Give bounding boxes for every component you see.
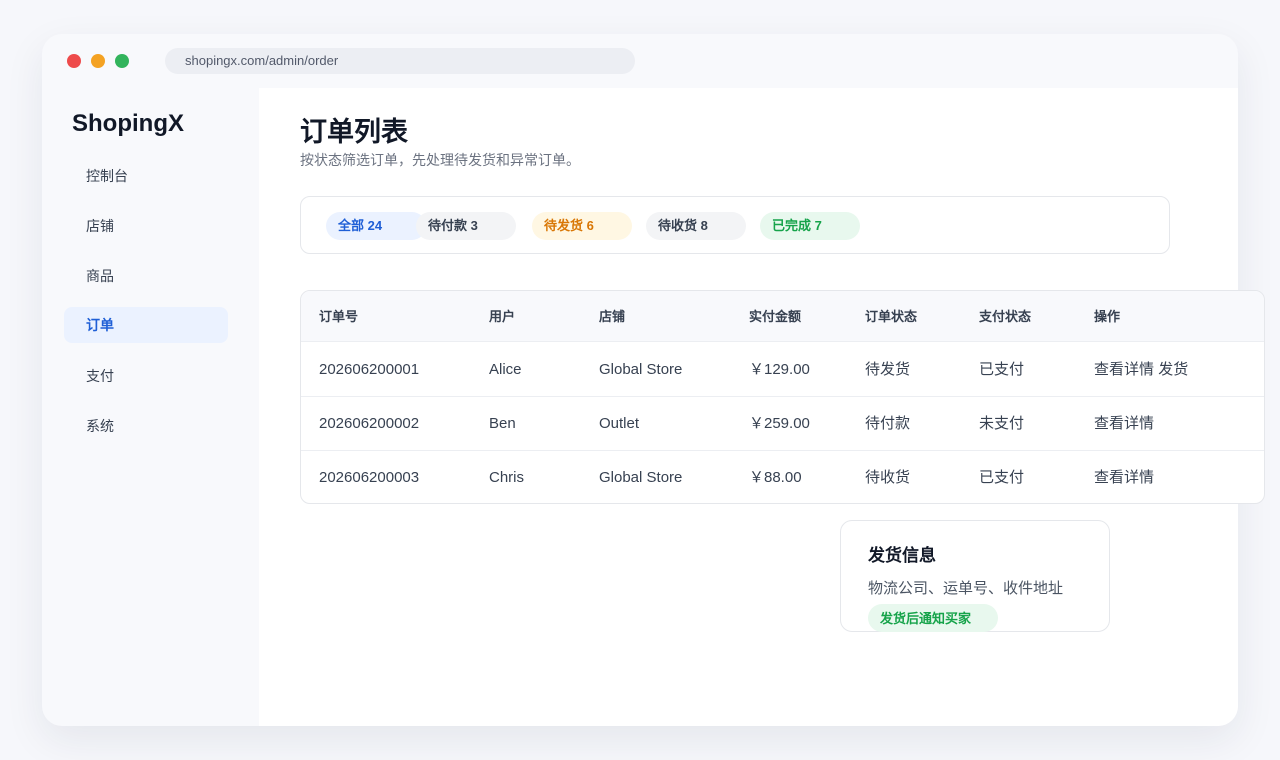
- header-store: 店铺: [599, 309, 626, 324]
- cell-order-no: 202606200002: [319, 415, 420, 432]
- cell-order-status: 待付款: [865, 415, 911, 432]
- cell-order-status: 待发货: [865, 361, 911, 378]
- sidebar-item-products[interactable]: 商品: [64, 258, 228, 294]
- cell-amount: ￥88.00: [749, 469, 802, 486]
- filter-unpaid-chip[interactable]: 待付款 3: [416, 212, 516, 240]
- page-subtitle: 按状态筛选订单，先处理待发货和异常订单。: [300, 152, 580, 168]
- close-window-icon[interactable]: [67, 54, 81, 68]
- sidebar-item-payments[interactable]: 支付: [64, 358, 228, 394]
- sidebar: ShopingX 控制台 店铺 商品 订单 支付 系统: [42, 88, 259, 726]
- cell-actions: 查看详情: [1094, 397, 1154, 451]
- minimize-window-icon[interactable]: [91, 54, 105, 68]
- table-row: 202606200002 Ben Outlet ￥259.00 待付款 未支付 …: [301, 397, 1264, 451]
- ship-order-link[interactable]: 发货: [1158, 361, 1188, 378]
- orders-table: 订单号 用户 店铺 实付金额 订单状态 支付状态 操作 202606200001…: [300, 290, 1265, 504]
- filter-to-receive-chip[interactable]: 待收货 8: [646, 212, 746, 240]
- status-filter-bar: 全部 24 待付款 3 待发货 6 待收货 8 已完成 7: [300, 196, 1170, 254]
- cell-store: Global Store: [599, 361, 683, 378]
- cell-user: Ben: [489, 415, 516, 432]
- sidebar-item-stores[interactable]: 店铺: [64, 208, 228, 244]
- cell-actions: 查看详情 发货: [1094, 343, 1188, 397]
- cell-store: Outlet: [599, 415, 640, 432]
- shipping-info-desc: 物流公司、运单号、收件地址: [868, 580, 1064, 597]
- cell-amount: ￥129.00: [749, 361, 810, 378]
- header-actions: 操作: [1094, 309, 1121, 324]
- table-row: 202606200001 Alice Global Store ￥129.00 …: [301, 343, 1264, 397]
- brand-logo[interactable]: ShopingX: [72, 110, 184, 138]
- cell-store: Global Store: [599, 469, 683, 486]
- address-bar[interactable]: shopingx.com/admin/order: [165, 48, 635, 74]
- notify-buyer-badge: 发货后通知买家: [868, 604, 998, 632]
- cell-order-no: 202606200001: [319, 361, 420, 378]
- cell-user: Chris: [489, 469, 525, 486]
- maximize-window-icon[interactable]: [115, 54, 129, 68]
- cell-order-no: 202606200003: [319, 469, 420, 486]
- page-title: 订单列表: [300, 117, 408, 147]
- cell-pay-status: 未支付: [979, 415, 1025, 432]
- header-amount: 实付金额: [749, 309, 802, 324]
- view-details-link[interactable]: 查看详情: [1094, 415, 1154, 432]
- cell-actions: 查看详情: [1094, 451, 1154, 503]
- cell-user: Alice: [489, 361, 522, 378]
- view-details-link[interactable]: 查看详情: [1094, 361, 1154, 378]
- header-pay-status: 支付状态: [979, 309, 1032, 324]
- table-header: 订单号 用户 店铺 实付金额 订单状态 支付状态 操作: [301, 291, 1264, 342]
- cell-pay-status: 已支付: [979, 469, 1025, 486]
- header-order-no: 订单号: [319, 309, 359, 324]
- sidebar-item-dashboard[interactable]: 控制台: [64, 158, 228, 194]
- view-details-link[interactable]: 查看详情: [1094, 469, 1154, 486]
- shipping-info-title: 发货信息: [868, 546, 936, 565]
- cell-order-status: 待收货: [865, 469, 911, 486]
- filter-completed-chip[interactable]: 已完成 7: [760, 212, 860, 240]
- filter-to-ship-chip[interactable]: 待发货 6: [532, 212, 632, 240]
- cell-amount: ￥259.00: [749, 415, 810, 432]
- cell-pay-status: 已支付: [979, 361, 1025, 378]
- shipping-info-card: 发货信息 物流公司、运单号、收件地址 发货后通知买家: [840, 520, 1110, 632]
- header-order-status: 订单状态: [865, 309, 918, 324]
- filter-all-chip[interactable]: 全部 24: [326, 212, 426, 240]
- sidebar-item-orders[interactable]: 订单: [64, 307, 228, 343]
- sidebar-item-system[interactable]: 系统: [64, 408, 228, 444]
- header-user: 用户: [489, 309, 516, 324]
- table-row: 202606200003 Chris Global Store ￥88.00 待…: [301, 451, 1264, 503]
